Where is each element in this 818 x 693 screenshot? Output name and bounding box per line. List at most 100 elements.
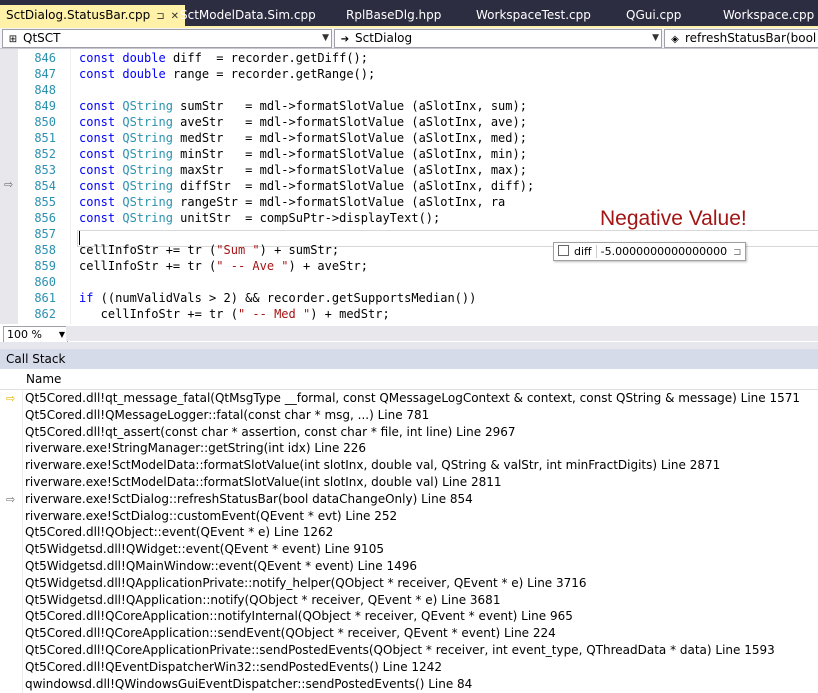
stack-frame-text: Qt5Widgetsd.dll!QApplicationPrivate::not… (25, 575, 587, 590)
code-line[interactable]: 853 const QString maxStr = mdl->formatSlo… (0, 162, 818, 178)
zoom-dropdown[interactable]: 100 % ▼ (3, 326, 68, 343)
code-line[interactable]: 849 const QString sumStr = mdl->formatSlo… (0, 98, 818, 114)
code-line[interactable]: 852 const QString minStr = mdl->formatSlo… (0, 146, 818, 162)
horizontal-scrollbar[interactable] (66, 326, 818, 341)
close-icon[interactable]: ✕ (171, 11, 179, 22)
panel-splitter[interactable] (0, 342, 818, 349)
line-number: 851 (34, 131, 56, 145)
tab-qgui[interactable]: QGui.cpp (626, 5, 681, 26)
tab-sctdialog-statusbar[interactable]: SctDialog.StatusBar.cpp ⊐ ✕ (0, 5, 186, 28)
stack-frame-row[interactable]: Qt5Cored.dll!QCoreApplication::notifyInt… (0, 608, 818, 625)
project-icon: ⊞ (8, 34, 18, 45)
line-number: 859 (34, 259, 56, 273)
line-number: 855 (34, 195, 56, 209)
code-line[interactable]: 848 (0, 82, 818, 98)
code-text: const QString sumStr = mdl->formatSlotVa… (79, 99, 527, 113)
stack-frame-text: Qt5Cored.dll!QCoreApplication::sendEvent… (25, 626, 556, 641)
tab-label: SctDialog.StatusBar.cpp (6, 8, 151, 22)
stack-frame-row[interactable]: Qt5Widgetsd.dll!QMainWindow::event(QEven… (0, 558, 818, 575)
line-number: 853 (34, 163, 56, 177)
code-line[interactable]: 846 const double diff = recorder.getDiff(… (0, 50, 818, 66)
tab-label: WorkspaceTest.cpp (476, 8, 591, 22)
line-number: 857 (34, 227, 56, 241)
code-text: if ((numValidVals > 2) && recorder.getSu… (79, 291, 477, 305)
line-number: 849 (34, 99, 56, 113)
code-text: cellInfoStr += tr ("Sum ") + sumStr; (79, 243, 340, 257)
code-line[interactable]: 854 const QString diffStr = mdl->formatSl… (0, 178, 818, 194)
name-column-header[interactable]: Name (26, 370, 61, 389)
code-line[interactable]: 862 cellInfoStr += tr (" -- Med ") + med… (0, 306, 818, 322)
code-text: cellInfoStr += tr (" -- Med ") + medStr; (79, 307, 390, 321)
zoom-value: 100 % (7, 328, 42, 341)
stack-frame-text: Qt5Cored.dll!QCoreApplicationPrivate::se… (25, 643, 775, 657)
code-text: cellInfoStr += tr (" -- Ave ") + aveStr; (79, 259, 369, 273)
stack-frame-row[interactable]: riverware.exe!SctModelData::formatSlotVa… (0, 457, 818, 474)
stack-frame-text: Qt5Cored.dll!QObject::event(QEvent * e) … (25, 525, 334, 540)
stack-frame-row[interactable]: Qt5Cored.dll!QObject::event(QEvent * e) … (0, 524, 818, 541)
stack-frame-row[interactable]: ⇨ Qt5Cored.dll!qt_message_fatal(QtMsgType… (0, 390, 818, 407)
stack-frame-text: riverware.exe!SctModelData::formatSlotVa… (25, 475, 502, 489)
code-editor[interactable]: ⇨ 846 const double diff = recorder.getDif… (0, 49, 818, 324)
scope-dropdown[interactable]: ➔ SctDialog ▼ (334, 29, 662, 48)
stack-frame-row[interactable]: ⇨ riverware.exe!SctDialog::refreshStatusB… (0, 491, 818, 508)
stack-frame-row[interactable]: Qt5Widgetsd.dll!QApplication::notify(QOb… (0, 592, 818, 609)
code-text: const QString medStr = mdl->formatSlotVa… (79, 131, 527, 145)
document-tab-strip: SctDialog.StatusBar.cpp ⊐ ✕ SctModelData.S… (0, 0, 818, 28)
datatip-value[interactable]: -5.0000000000000000 (595, 245, 728, 258)
project-value: QtSCT (23, 31, 61, 45)
code-text: const QString diffStr = mdl->formatSlotV… (79, 179, 535, 193)
stack-frame-row[interactable]: Qt5Cored.dll!QCoreApplication::sendEvent… (0, 625, 818, 642)
line-number: 856 (34, 211, 56, 225)
stack-frame-row[interactable]: qwindowsd.dll!QWindowsGuiEventDispatcher… (0, 676, 818, 693)
member-dropdown[interactable]: ◈ refreshStatusBar(bool dataChangeOnly) (664, 29, 818, 48)
line-number: 861 (34, 291, 56, 305)
stack-frame-text: riverware.exe!StringManager::getString(i… (25, 441, 367, 456)
stack-frame-text: qwindowsd.dll!QWindowsGuiEventDispatcher… (25, 676, 473, 691)
stack-frame-row[interactable]: Qt5Widgetsd.dll!QWidget::event(QEvent * … (0, 541, 818, 558)
line-number: 847 (34, 67, 56, 81)
stack-frame-row[interactable]: riverware.exe!StringManager::getString(i… (0, 440, 818, 457)
line-number: 858 (34, 243, 56, 257)
tab-workspace[interactable]: Workspace.cpp (723, 5, 814, 26)
code-line[interactable]: 850 const QString aveStr = mdl->formatSlo… (0, 114, 818, 130)
stack-frame-row[interactable]: Qt5Widgetsd.dll!QApplicationPrivate::not… (0, 575, 818, 592)
stack-frame-row[interactable]: Qt5Cored.dll!QCoreApplicationPrivate::se… (0, 642, 818, 659)
pin-icon[interactable]: ⊐ (733, 247, 741, 258)
annotation-text: Negative Value! (600, 207, 747, 230)
stack-frame-row[interactable]: riverware.exe!SctDialog::customEvent(QEv… (0, 508, 818, 525)
line-number: 848 (34, 83, 56, 97)
tab-label: RplBaseDlg.hpp (346, 8, 442, 22)
code-line[interactable]: 861 if ((numValidVals > 2) && recorder.ge… (0, 290, 818, 306)
stack-frame-row[interactable]: riverware.exe!SctModelData::formatSlotVa… (0, 474, 818, 491)
tab-rplbasedlg[interactable]: RplBaseDlg.hpp (346, 5, 441, 26)
chevron-down-icon[interactable]: ▼ (652, 30, 659, 47)
stack-frame-text: Qt5Widgetsd.dll!QWidget::event(QEvent * … (25, 542, 384, 557)
stack-frame-text: Qt5Cored.dll!qt_message_fatal(QtMsgType … (25, 391, 801, 405)
chevron-down-icon[interactable]: ▼ (59, 327, 65, 342)
datatip[interactable]: diff -5.0000000000000000 ⊐ (553, 242, 747, 261)
tab-sctmodeldata-sim[interactable]: SctModelData.Sim.cpp (180, 5, 316, 26)
code-text: const QString unitStr = compSuPtr->displ… (79, 211, 441, 225)
arrow-right-icon: ➔ (340, 34, 350, 45)
column-header[interactable]: Name (0, 370, 818, 390)
stack-frame-row[interactable]: Qt5Cored.dll!QMessageLogger::fatal(const… (0, 407, 818, 424)
project-dropdown[interactable]: ⊞ QtSCT ▼ (2, 29, 332, 48)
datatip-name: diff (574, 245, 592, 258)
call-location-arrow-icon: ⇨ (6, 492, 16, 506)
chevron-down-icon[interactable]: ▼ (322, 30, 329, 47)
tab-label: Workspace.cpp (723, 8, 815, 22)
line-number: 854 (34, 179, 56, 193)
code-line[interactable]: 851 const QString medStr = mdl->formatSlo… (0, 130, 818, 146)
tab-workspacetest[interactable]: WorkspaceTest.cpp (476, 5, 591, 26)
stack-frame-text: riverware.exe!SctDialog::refreshStatusBa… (25, 491, 473, 506)
pin-icon[interactable]: ⊐ (156, 11, 164, 22)
stack-frame-row[interactable]: Qt5Cored.dll!QEventDispatcherWin32::send… (0, 659, 818, 676)
stack-frame-text: riverware.exe!SctDialog::customEvent(QEv… (25, 508, 398, 523)
code-line[interactable]: 847 const double range = recorder.getRang… (0, 66, 818, 82)
stack-frame-row[interactable]: Qt5Cored.dll!qt_assert(const char * asse… (0, 424, 818, 441)
member-value: refreshStatusBar(bool dataChangeOnly) (685, 31, 818, 45)
line-number: 850 (34, 115, 56, 129)
code-line[interactable]: 860 (0, 274, 818, 290)
code-text: const double diff = recorder.getDiff(); (79, 51, 369, 65)
stack-frame-text: Qt5Cored.dll!QEventDispatcherWin32::send… (25, 659, 442, 674)
